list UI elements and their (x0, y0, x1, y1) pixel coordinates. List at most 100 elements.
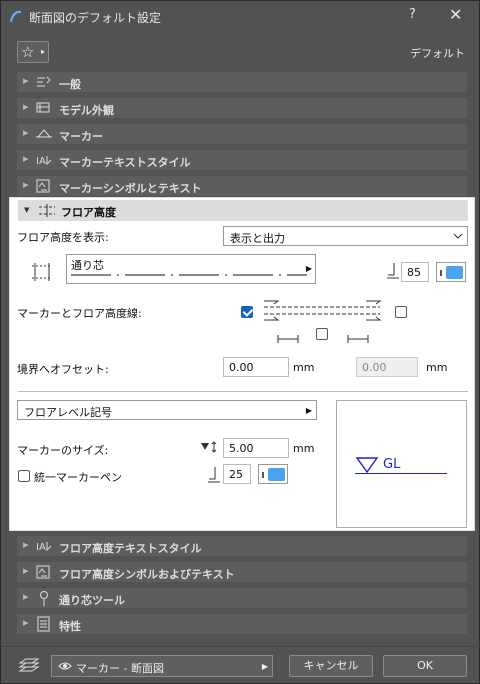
field-value: 0.00 (362, 361, 387, 374)
section-grid-tool[interactable]: ▶ 通り芯ツール (17, 588, 467, 608)
floor-level-icon (39, 204, 55, 217)
chevron-right-icon: ▶ (261, 662, 268, 671)
section-label: モデル外観 (59, 104, 114, 117)
show-floor-level-label: フロア高度を表示: (17, 231, 109, 244)
archicad-logo-icon (10, 10, 22, 23)
offset-secondary-input[interactable]: 0.00 (356, 357, 418, 377)
marker-line-middle-checkbox[interactable] (316, 328, 328, 340)
cancel-button[interactable]: キャンセル (289, 655, 373, 677)
pen-icon (387, 263, 399, 279)
uniform-marker-pen-checkbox[interactable] (18, 470, 30, 482)
color-sample (268, 468, 285, 481)
section-label: フロア高度 (61, 206, 116, 219)
section-label: 特性 (59, 620, 81, 633)
preview-marker-text: GL (383, 457, 401, 472)
section-label: フロア高度テキストスタイル (59, 542, 202, 555)
section-label: 一般 (59, 78, 81, 91)
offset-secondary-unit: mm (426, 361, 448, 374)
section-properties[interactable]: ▶ 特性 (17, 614, 467, 634)
marker-line-right-checkbox[interactable] (395, 306, 407, 318)
svg-text:IA: IA (36, 156, 46, 167)
section-label: フロア高度シンボルおよびテキスト (59, 568, 235, 581)
ok-button[interactable]: OK (383, 655, 467, 677)
show-floor-level-dropdown[interactable]: 表示と出力 (223, 226, 468, 246)
help-button[interactable]: ? (409, 7, 416, 22)
marker-line-diagram-icon (264, 300, 382, 321)
preview-triangle-icon (355, 457, 379, 474)
dropdown-value: フロアレベル記号 (24, 406, 112, 419)
line-type-selector[interactable]: 通り芯 ▶ (66, 254, 316, 284)
expand-arrow-icon: ▶ (23, 77, 29, 85)
dialog-footer: マーカー - 断面図 ▶ キャンセル OK (1, 646, 480, 684)
grid-tool-icon (40, 591, 48, 606)
floor-line-type-icon (32, 263, 52, 281)
marker-size-unit: mm (293, 442, 315, 455)
pen-icon (208, 467, 220, 483)
offset-label: 境界へオフセット: (17, 363, 109, 376)
model-appearance-icon (36, 102, 50, 113)
star-icon: ☆ (21, 43, 35, 61)
text-style-icon: IA (36, 542, 52, 553)
field-value: 5.00 (229, 442, 254, 455)
marker-pen-color-swatch[interactable] (258, 464, 288, 484)
chevron-right-icon: ▶ (305, 264, 312, 273)
divider (18, 391, 468, 392)
title-bar: 断面図のデフォルト設定 ? ✕ (1, 1, 480, 31)
pen-number-field[interactable]: 85 (401, 262, 429, 282)
offset-left-icon (277, 335, 299, 343)
marker-size-input[interactable]: 5.00 (223, 438, 289, 458)
expand-arrow-icon: ▶ (23, 541, 29, 549)
field-value: 85 (407, 266, 421, 279)
section-floor-level-symbol-text[interactable]: ▶ フロア高度シンボルおよびテキスト (17, 562, 467, 582)
marker-symbol-dropdown[interactable]: フロアレベル記号 ▶ (17, 400, 317, 420)
offset-unit: mm (293, 361, 315, 374)
section-label: マーカーシンボルとテキスト (59, 182, 202, 195)
close-button[interactable]: ✕ (449, 5, 462, 24)
marker-line-left-checkbox[interactable] (241, 306, 253, 318)
expand-arrow-icon: ▶ (23, 567, 29, 575)
uniform-marker-pen-label: 統一マーカーペン (34, 471, 122, 484)
section-label: マーカーテキストスタイル (59, 156, 191, 169)
collapse-arrow-icon: ▼ (24, 206, 30, 214)
section-label: 通り芯ツール (59, 594, 125, 607)
eye-icon (58, 662, 72, 670)
layer-dropdown[interactable]: マーカー - 断面図 ▶ (51, 655, 273, 677)
section-model-appearance[interactable]: ▶ モデル外観 (17, 98, 467, 118)
general-settings-icon (37, 76, 51, 87)
preview-level-line (355, 473, 447, 474)
offset-right-icon (347, 335, 369, 343)
color-sample (446, 266, 463, 279)
expand-arrow-icon: ▶ (23, 619, 29, 627)
expand-arrow-icon: ▶ (23, 155, 29, 163)
field-value: 25 (229, 468, 243, 481)
section-marker-text-style[interactable]: ▶ IA マーカーテキストスタイル (17, 150, 467, 170)
section-general[interactable]: ▶ 一般 (17, 72, 467, 92)
dialog-window: 断面図のデフォルト設定 ? ✕ ☆ ▸ デフォルト ▶ 一般 ▶ モデル外観 ▶… (0, 0, 480, 684)
marker-preview: GL (336, 400, 467, 528)
section-floor-level-text-style[interactable]: ▶ IA フロア高度テキストスタイル (17, 536, 467, 556)
field-value: 0.00 (229, 361, 254, 374)
svg-text:IA: IA (36, 542, 46, 553)
swatch-bar (262, 472, 264, 478)
properties-icon (37, 616, 50, 632)
expand-arrow-icon: ▶ (23, 593, 29, 601)
favorites-button[interactable]: ☆ ▸ (17, 41, 49, 63)
expand-arrow-icon: ▶ (23, 129, 29, 137)
section-marker-symbol-text[interactable]: ▶ マーカーシンボルとテキスト (17, 176, 467, 196)
expand-arrow-icon: ▶ (23, 103, 29, 111)
dash-dot-line-preview (71, 274, 307, 276)
marker-pen-number-field[interactable]: 25 (223, 464, 251, 484)
symbol-text-icon (36, 179, 50, 193)
chevron-right-icon: ▸ (41, 47, 46, 56)
marker-size-icon (201, 441, 217, 453)
floor-level-panel: ▼ フロア高度 フロア高度を表示: 表示と出力 通り芯 ▶ 85 マーカーとフロ… (9, 197, 475, 531)
expand-arrow-icon: ▶ (23, 181, 29, 189)
text-style-icon: IA (36, 156, 52, 167)
offset-input[interactable]: 0.00 (223, 357, 289, 377)
pen-color-swatch[interactable] (436, 262, 466, 282)
section-floor-level-header[interactable]: ▼ フロア高度 (18, 200, 468, 221)
layer-name: マーカー - 断面図 (76, 662, 164, 675)
chevron-right-icon: ▶ (305, 406, 312, 415)
section-marker[interactable]: ▶ マーカー (17, 124, 467, 144)
marker-floor-line-label: マーカーとフロア高度線: (17, 307, 142, 320)
